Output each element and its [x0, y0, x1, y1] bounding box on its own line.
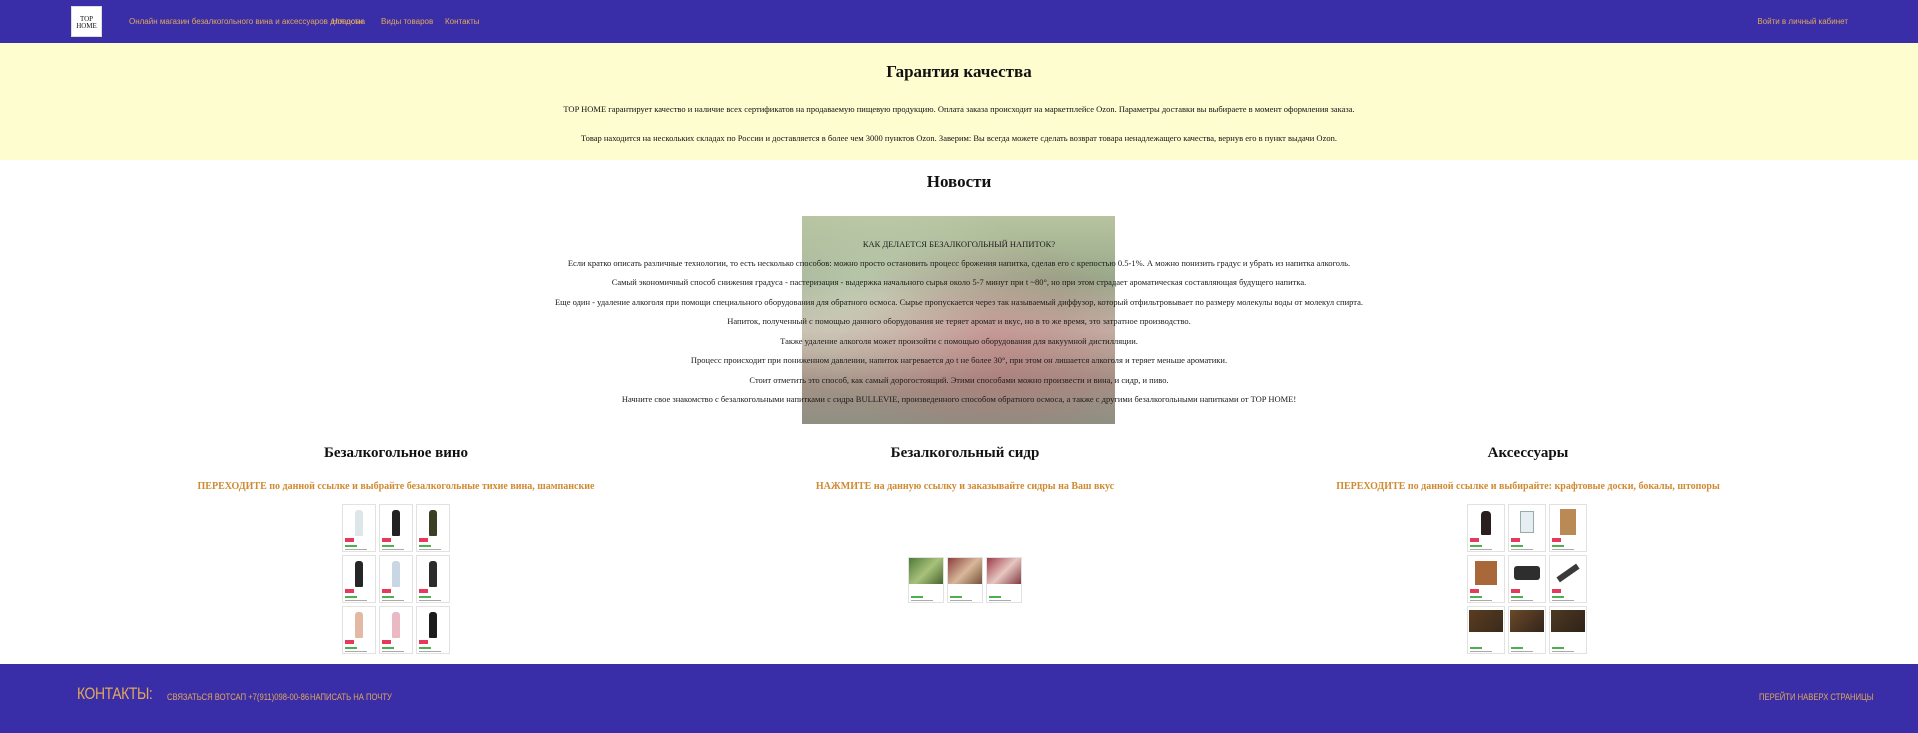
product-thumbnail [379, 606, 413, 654]
login-link[interactable]: Войти в личный кабинет [1757, 0, 1848, 43]
footer-contacts-title: КОНТАКТЫ: [77, 684, 153, 703]
category-cider-title: Безалкогольный сидр [890, 445, 1040, 461]
category-wine: Безалкогольное вино ПЕРЕХОДИТЕ по данной… [76, 445, 716, 494]
news-line: Также удаление алкоголя может произойти … [780, 336, 1138, 346]
product-thumbnail [1467, 555, 1505, 603]
top-navbar: TOP HOME Онлайн магазин безалкогольного … [0, 0, 1918, 43]
product-thumbnail [1508, 606, 1546, 654]
nav-item-news[interactable]: Новости [332, 0, 363, 43]
nav-item-shop[interactable]: Онлайн магазин безалкогольного вина и ак… [129, 0, 365, 43]
quality-paragraph-2: Товар находится на нескольких складах по… [581, 133, 1337, 143]
news-line: Еще один - удаление алкоголя при помощи … [554, 297, 1364, 307]
news-heading: КАК ДЕЛАЕТСЯ БЕЗАЛКОГОЛЬНЫЙ НАПИТОК? [862, 239, 1056, 249]
product-thumbnail [1549, 504, 1587, 552]
product-thumbnail [1549, 606, 1587, 654]
whatsapp-link[interactable]: СВЯЗАТЬСЯ ВОТСАП +7(911)098-00-86 [167, 692, 309, 702]
product-thumbnail [1549, 555, 1587, 603]
product-thumbnail [416, 606, 450, 654]
news-line: Стоит отметить это способ, как самый дор… [749, 375, 1169, 385]
product-thumbnail [416, 555, 450, 603]
product-thumbnail [1508, 504, 1546, 552]
product-thumbnail [947, 557, 983, 603]
product-thumbnail [1467, 504, 1505, 552]
product-thumbnail [986, 557, 1022, 603]
product-thumbnail [379, 504, 413, 552]
product-thumbnail [379, 555, 413, 603]
category-wine-title: Безалкогольное вино [323, 445, 469, 461]
category-cider-link[interactable]: НАЖМИТЕ на данную ссылку и заказывайте с… [816, 481, 1114, 492]
news-line: Напиток, полученный с помощью данного об… [727, 316, 1191, 326]
category-cider: Безалкогольный сидр НАЖМИТЕ на данную сс… [645, 445, 1285, 494]
category-accessories-title: Аксессуары [1487, 445, 1569, 461]
news-line: Если кратко описать различные технологии… [567, 258, 1351, 268]
product-thumbnail [416, 504, 450, 552]
product-thumbnail [342, 555, 376, 603]
wine-products-image[interactable] [342, 504, 450, 654]
product-thumbnail [342, 504, 376, 552]
news-title: Новости [926, 172, 992, 191]
product-thumbnail [1467, 606, 1505, 654]
nav-item-contacts[interactable]: Контакты [445, 0, 480, 43]
cider-products-image[interactable] [908, 557, 1022, 603]
category-accessories: Аксессуары ПЕРЕХОДИТЕ по данной ссылке и… [1208, 445, 1848, 494]
nav-item-products[interactable]: Виды товаров [381, 0, 433, 43]
news-line: Самый экономичный способ снижения градус… [611, 277, 1307, 287]
product-thumbnail [908, 557, 944, 603]
accessories-products-image[interactable] [1467, 504, 1587, 654]
category-accessories-link[interactable]: ПЕРЕХОДИТЕ по данной ссылке и выбирайте:… [1336, 481, 1720, 492]
quality-title: Гарантия качества [886, 62, 1032, 81]
quality-section: Гарантия качества TOP HOME гарантирует к… [0, 43, 1918, 160]
product-thumbnail [1508, 555, 1546, 603]
category-wine-link[interactable]: ПЕРЕХОДИТЕ по данной ссылке и выбрайте б… [198, 481, 595, 492]
email-link[interactable]: НАПИСАТЬ НА ПОЧТУ [310, 692, 392, 702]
quality-paragraph-1: TOP HOME гарантирует качество и наличие … [563, 104, 1355, 114]
footer: КОНТАКТЫ: СВЯЗАТЬСЯ ВОТСАП +7(911)098-00… [0, 664, 1918, 733]
news-line: Начните свое знакомство с безалкогольным… [621, 394, 1297, 404]
scroll-to-top-link[interactable]: ПЕРЕЙТИ НАВЕРХ СТРАНИЦЫ [1759, 692, 1874, 702]
product-thumbnail [342, 606, 376, 654]
news-line: Процесс происходит при пониженном давлен… [690, 355, 1228, 365]
logo[interactable]: TOP HOME [71, 6, 102, 37]
